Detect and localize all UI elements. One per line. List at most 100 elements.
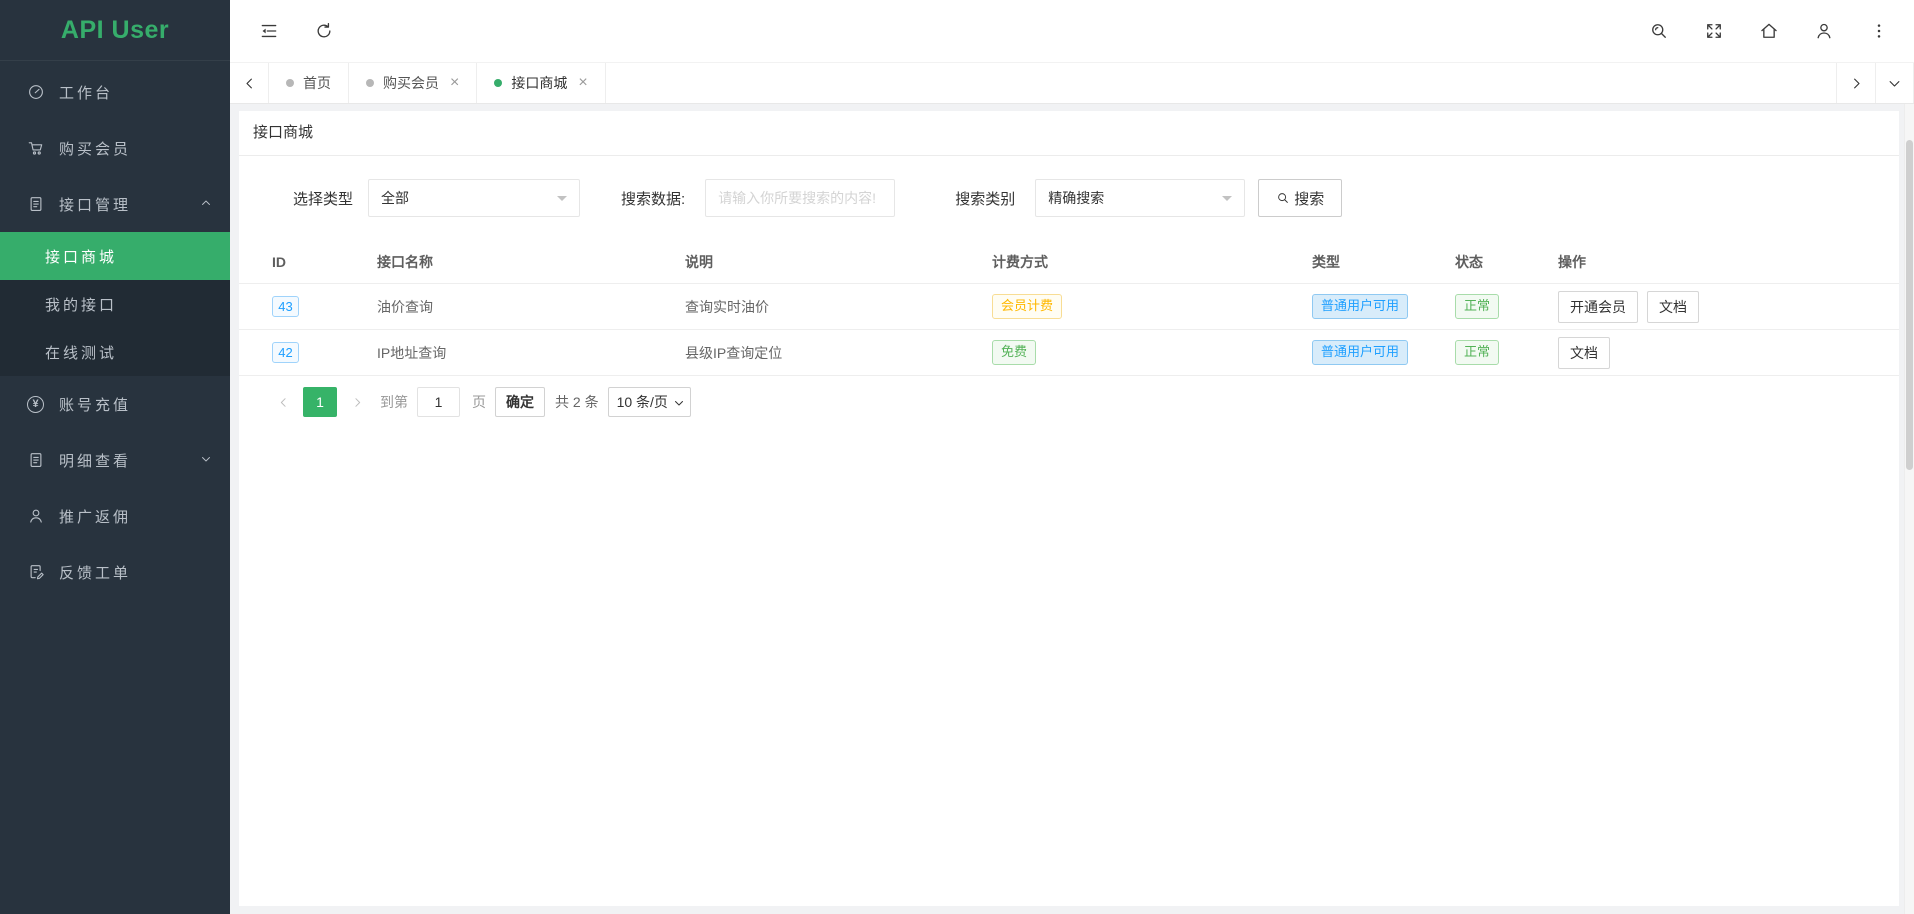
filter-bar: 选择类型 全部 搜索数据: 搜索类别 精确搜索 搜索 <box>239 156 1899 240</box>
column-header: 操作 <box>1558 252 1899 272</box>
next-page-button[interactable] <box>344 387 370 417</box>
type-badge: 普通用户可用 <box>1312 294 1408 319</box>
chevron-down-icon <box>673 397 685 409</box>
column-header: 类型 <box>1312 252 1455 272</box>
chevron-up-icon <box>200 196 212 213</box>
column-header: 说明 <box>685 252 992 272</box>
collapse-sidebar-icon[interactable] <box>258 20 280 42</box>
api-description-cell: 县级IP查询定位 <box>685 343 992 363</box>
document-icon <box>26 195 45 214</box>
docs-button[interactable]: 文档 <box>1647 291 1699 323</box>
search-category-select[interactable]: 精确搜索 <box>1035 179 1245 217</box>
prev-page-button[interactable] <box>270 387 296 417</box>
id-badge: 43 <box>272 296 299 317</box>
search-category-label: 搜索类别 <box>955 188 1015 209</box>
docs-button[interactable]: 文档 <box>1558 337 1610 369</box>
sidebar-item-feedback-ticket[interactable]: 反馈工单 <box>0 544 230 600</box>
tabbar-spacer <box>606 63 1836 103</box>
sidebar-menu: 工作台购买会员接口管理接口商城我的接口在线测试¥账号充值明细查看推广返佣反馈工单 <box>0 61 230 914</box>
sidebar-item-workbench[interactable]: 工作台 <box>0 64 230 120</box>
type-filter-label: 选择类型 <box>293 188 353 209</box>
open-membership-button[interactable]: 开通会员 <box>1558 291 1638 323</box>
scrollbar-thumb[interactable] <box>1906 140 1913 470</box>
tab-home[interactable]: 首页 <box>269 63 349 103</box>
home-icon[interactable] <box>1758 20 1780 42</box>
sidebar-item-online-test[interactable]: 在线测试 <box>0 328 230 376</box>
tabs-prev-button[interactable] <box>230 63 269 103</box>
user-icon <box>26 507 45 526</box>
sidebar-item-my-apis[interactable]: 我的接口 <box>0 280 230 328</box>
tabs: 首页购买会员×接口商城× <box>269 63 606 103</box>
type-badge: 普通用户可用 <box>1312 340 1408 365</box>
page-size-select[interactable]: 10 条/页 <box>608 387 691 417</box>
status-badge: 正常 <box>1455 340 1499 365</box>
dashboard-icon <box>26 83 45 102</box>
api-mall-card: 接口商城 选择类型 全部 搜索数据: 搜索类别 精确搜索 <box>239 111 1899 906</box>
sidebar-item-promotion-rebate[interactable]: 推广返佣 <box>0 488 230 544</box>
page-unit-label: 页 <box>472 392 486 412</box>
chevron-down-icon <box>200 452 212 469</box>
document-icon <box>26 451 45 470</box>
search-icon[interactable] <box>1648 20 1670 42</box>
sidebar-item-account-recharge[interactable]: ¥账号充值 <box>0 376 230 432</box>
search-data-label: 搜索数据: <box>621 188 685 209</box>
user-icon[interactable] <box>1813 20 1835 42</box>
column-header: 接口名称 <box>377 252 685 272</box>
search-category-value: 精确搜索 <box>1048 190 1104 206</box>
api-description-cell: 查询实时油价 <box>685 297 992 317</box>
current-page-button[interactable]: 1 <box>303 387 337 417</box>
yen-circle-icon: ¥ <box>26 395 45 414</box>
close-icon[interactable]: × <box>578 75 587 91</box>
pagination: 1 到第 页 确定 共 2 条 10 条/页 <box>239 387 1899 417</box>
tab-bar: 首页购买会员×接口商城× <box>230 63 1914 104</box>
cart-icon <box>26 139 45 158</box>
billing-badge: 会员计费 <box>992 294 1062 319</box>
id-badge: 42 <box>272 342 299 363</box>
type-select[interactable]: 全部 <box>368 179 580 217</box>
table-header: ID接口名称说明计费方式类型状态操作 <box>239 240 1899 284</box>
type-select-value: 全部 <box>381 190 409 206</box>
billing-badge: 免费 <box>992 340 1036 365</box>
topbar <box>230 0 1914 63</box>
caret-down-icon <box>1222 196 1232 206</box>
scrollbar-track[interactable] <box>1904 104 1914 914</box>
tabs-next-button[interactable] <box>1836 63 1875 103</box>
topbar-left-icons <box>258 20 335 42</box>
content-area: 接口商城 选择类型 全部 搜索数据: 搜索类别 精确搜索 <box>230 104 1914 914</box>
goto-page-input[interactable] <box>417 387 460 417</box>
search-input[interactable] <box>705 179 895 217</box>
app-logo: API User <box>0 0 230 61</box>
search-icon <box>1276 191 1290 205</box>
tab-status-dot <box>494 79 502 87</box>
total-count-label: 共 2 条 <box>555 392 599 412</box>
confirm-button[interactable]: 确定 <box>495 387 545 417</box>
main-area: 首页购买会员×接口商城× 接口商城 选择类型 全部 搜索数据: 搜索类别 <box>230 0 1914 914</box>
fullscreen-icon[interactable] <box>1703 20 1725 42</box>
column-header: ID <box>272 254 377 270</box>
refresh-icon[interactable] <box>313 20 335 42</box>
sidebar-item-buy-membership[interactable]: 购买会员 <box>0 120 230 176</box>
app-window: API User 工作台购买会员接口管理接口商城我的接口在线测试¥账号充值明细查… <box>0 0 1914 914</box>
table-row: 42IP地址查询县级IP查询定位免费普通用户可用正常文档 <box>239 330 1899 376</box>
topbar-right-icons <box>1648 20 1890 42</box>
sidebar-item-api-management[interactable]: 接口管理 <box>0 176 230 232</box>
column-header: 状态 <box>1455 252 1558 272</box>
search-button[interactable]: 搜索 <box>1258 179 1342 217</box>
sidebar: API User 工作台购买会员接口管理接口商城我的接口在线测试¥账号充值明细查… <box>0 0 230 914</box>
status-badge: 正常 <box>1455 294 1499 319</box>
more-icon[interactable] <box>1868 20 1890 42</box>
sidebar-item-detail-view[interactable]: 明细查看 <box>0 432 230 488</box>
close-icon[interactable]: × <box>450 75 459 91</box>
tab-buy-membership[interactable]: 购买会员× <box>349 63 477 103</box>
tabs-menu-button[interactable] <box>1875 63 1914 103</box>
edit-document-icon <box>26 563 45 582</box>
table-row: 43 油价查询查询实时油价会员计费 普通用户可用 正常 开通会员文档 <box>239 284 1899 330</box>
tab-api-mall[interactable]: 接口商城× <box>477 63 605 103</box>
api-name-cell: 油价查询 <box>377 297 685 317</box>
page-title: 接口商城 <box>239 111 1899 156</box>
tab-status-dot <box>366 79 374 87</box>
api-table: ID接口名称说明计费方式类型状态操作43油价查询查询实时油价会员计费普通用户可用… <box>239 240 1899 376</box>
sidebar-item-api-mall[interactable]: 接口商城 <box>0 232 230 280</box>
column-header: 计费方式 <box>992 252 1312 272</box>
caret-down-icon <box>557 196 567 206</box>
